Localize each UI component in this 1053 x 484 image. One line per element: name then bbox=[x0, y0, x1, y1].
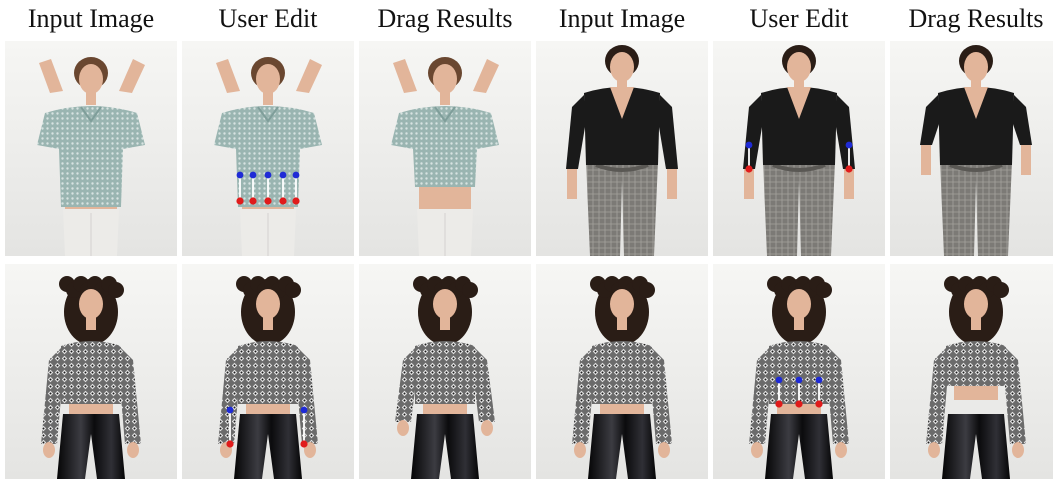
face bbox=[610, 52, 634, 82]
handle-point-1 bbox=[236, 197, 244, 205]
printed-top bbox=[592, 341, 652, 404]
target-point-1 bbox=[775, 376, 783, 384]
target-point-1 bbox=[745, 141, 753, 149]
photo-canvas bbox=[359, 41, 531, 256]
target-point-5 bbox=[292, 171, 300, 179]
photo-print-top-sleeves-input bbox=[5, 264, 177, 479]
handle-point-2 bbox=[795, 400, 803, 408]
photo-canvas bbox=[890, 264, 1053, 479]
handle-point-3 bbox=[815, 400, 823, 408]
photo-print-top-sleeves-edit bbox=[182, 264, 354, 479]
photo-print-top-hem-result bbox=[890, 264, 1053, 479]
face bbox=[787, 52, 811, 82]
photo-canvas bbox=[536, 41, 708, 256]
photo-print-top-hem-input bbox=[536, 264, 708, 479]
forearm-right bbox=[667, 169, 677, 199]
printed-top bbox=[61, 341, 121, 404]
photo-print-top-hem-edit bbox=[713, 264, 885, 479]
handle-point-2 bbox=[249, 197, 257, 205]
column-header-1: Input Image bbox=[27, 4, 155, 33]
hand-right bbox=[481, 420, 493, 436]
face bbox=[433, 64, 457, 94]
hair-curl bbox=[285, 282, 301, 298]
face bbox=[79, 289, 103, 319]
photo-black-blouse-edit bbox=[713, 41, 885, 256]
photo-canvas bbox=[713, 264, 885, 479]
target-point-2 bbox=[249, 171, 257, 179]
midriff bbox=[954, 384, 998, 400]
face bbox=[964, 52, 988, 82]
column-header-3: Drag Results bbox=[377, 4, 513, 33]
photo-canvas bbox=[713, 41, 885, 256]
hand-left bbox=[574, 442, 586, 458]
hand-left bbox=[43, 442, 55, 458]
forearm-left bbox=[921, 145, 931, 175]
forearm-left bbox=[744, 169, 754, 199]
handle-point-3 bbox=[264, 197, 272, 205]
photo-canvas bbox=[182, 41, 354, 256]
hair-curl bbox=[639, 282, 655, 298]
printed-top bbox=[238, 341, 298, 404]
target-point-3 bbox=[264, 171, 272, 179]
hand-right bbox=[658, 442, 670, 458]
photo-canvas bbox=[5, 41, 177, 256]
column-header-2: User Edit bbox=[218, 4, 318, 33]
photo-knit-crop-top-input bbox=[5, 41, 177, 256]
handle-point-4 bbox=[279, 197, 287, 205]
hair-curl bbox=[993, 282, 1009, 298]
target-point-2 bbox=[845, 141, 853, 149]
handle-point-1 bbox=[745, 165, 753, 173]
face bbox=[256, 289, 280, 319]
hand-left bbox=[928, 442, 940, 458]
hand-right bbox=[1012, 442, 1024, 458]
hand-right bbox=[127, 442, 139, 458]
hand-left bbox=[397, 420, 409, 436]
forearm-left bbox=[567, 169, 577, 199]
handle-point-2 bbox=[300, 440, 308, 448]
target-point-1 bbox=[226, 406, 234, 414]
column-header-5: User Edit bbox=[749, 4, 849, 33]
hair-curl bbox=[816, 282, 832, 298]
target-point-2 bbox=[795, 376, 803, 384]
handle-point-2 bbox=[845, 165, 853, 173]
face bbox=[79, 64, 103, 94]
hand-right bbox=[835, 442, 847, 458]
target-point-3 bbox=[815, 376, 823, 384]
photo-knit-crop-top-result bbox=[359, 41, 531, 256]
target-point-4 bbox=[279, 171, 287, 179]
face bbox=[964, 289, 988, 319]
forearm-right bbox=[844, 169, 854, 199]
photo-black-blouse-input bbox=[536, 41, 708, 256]
photo-canvas bbox=[359, 264, 531, 479]
printed-top bbox=[415, 341, 475, 404]
handle-point-1 bbox=[226, 440, 234, 448]
photo-print-top-sleeves-result bbox=[359, 264, 531, 479]
face bbox=[256, 64, 280, 94]
photo-canvas bbox=[890, 41, 1053, 256]
target-point-1 bbox=[236, 171, 244, 179]
face bbox=[433, 289, 457, 319]
face bbox=[787, 289, 811, 319]
photo-canvas bbox=[5, 264, 177, 479]
column-header-4: Input Image bbox=[558, 4, 686, 33]
face bbox=[610, 289, 634, 319]
handle-point-5 bbox=[292, 197, 300, 205]
target-point-2 bbox=[300, 406, 308, 414]
handle-point-1 bbox=[775, 400, 783, 408]
photo-canvas bbox=[182, 264, 354, 479]
photo-knit-crop-top-edit bbox=[182, 41, 354, 256]
midriff bbox=[419, 185, 471, 211]
column-header-6: Drag Results bbox=[908, 4, 1044, 33]
printed-top bbox=[946, 341, 1006, 386]
photo-canvas bbox=[536, 264, 708, 479]
hair-curl bbox=[462, 282, 478, 298]
forearm-right bbox=[1021, 145, 1031, 175]
hair-curl bbox=[108, 282, 124, 298]
photo-black-blouse-result bbox=[890, 41, 1053, 256]
hand-left bbox=[751, 442, 763, 458]
